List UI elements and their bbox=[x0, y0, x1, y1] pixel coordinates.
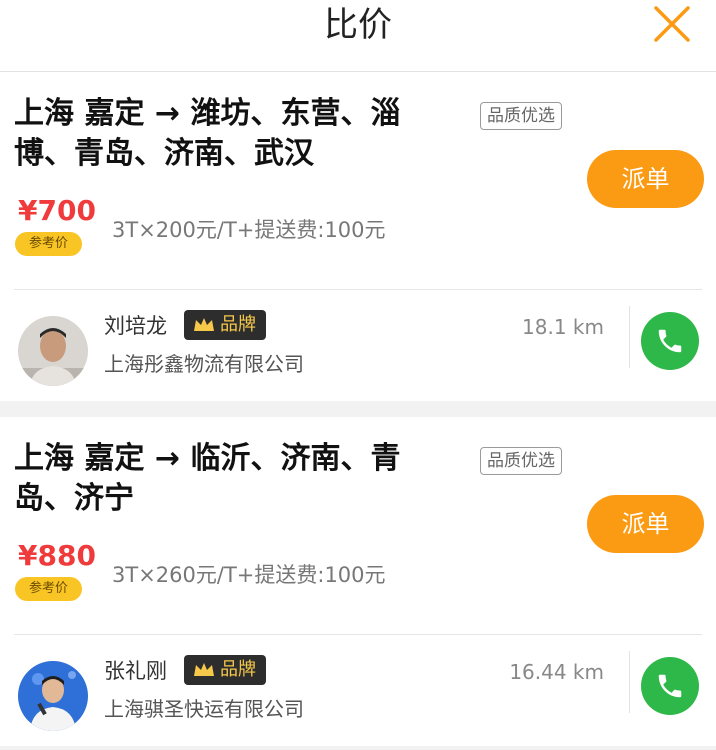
page-title: 比价 bbox=[324, 5, 392, 45]
brand-badge: 品牌 bbox=[184, 310, 266, 340]
route-title: 上海 嘉定 → 临沂、济南、青岛、济宁 bbox=[14, 441, 401, 516]
route-title: 上海 嘉定 → 潍坊、东营、淄博、青岛、济南、武汉 bbox=[14, 96, 401, 171]
route-block: 上海 嘉定 → 潍坊、东营、淄博、青岛、济南、武汉 品质优选 派单 ¥700 参… bbox=[0, 72, 716, 289]
vertical-divider bbox=[629, 651, 630, 713]
price-formula: 3T×200元/T+提送费:100元 bbox=[112, 218, 386, 242]
brand-label: 品牌 bbox=[220, 659, 256, 680]
dispatch-button[interactable]: 派单 bbox=[587, 495, 704, 553]
distance: 16.44 km bbox=[509, 660, 604, 684]
phone-call-button[interactable] bbox=[641, 312, 699, 370]
provider-row[interactable]: 张礼刚 品牌 上海骐圣快运有限公司 16.44 km bbox=[0, 635, 716, 746]
quality-badge: 品质优选 bbox=[480, 102, 562, 130]
route-block: 上海 嘉定 → 临沂、济南、青岛、济宁 品质优选 派单 ¥880 参考价 3T×… bbox=[0, 417, 716, 634]
quality-badge: 品质优选 bbox=[480, 447, 562, 475]
provider-row[interactable]: 刘培龙 品牌 上海彤鑫物流有限公司 18.1 km bbox=[0, 290, 716, 401]
reference-price-tag: 参考价 bbox=[15, 232, 83, 256]
provider-name: 张礼刚 bbox=[104, 659, 167, 683]
card-gap bbox=[0, 401, 716, 417]
distance: 18.1 km bbox=[522, 315, 604, 339]
price-block: ¥880 参考价 bbox=[15, 539, 96, 601]
phone-icon bbox=[658, 329, 682, 353]
avatar[interactable] bbox=[18, 661, 88, 731]
crown-icon bbox=[194, 318, 214, 331]
brand-label: 品牌 bbox=[220, 314, 256, 335]
provider-name: 刘培龙 bbox=[104, 314, 167, 338]
dispatch-button[interactable]: 派单 bbox=[587, 150, 704, 208]
avatar[interactable] bbox=[18, 316, 88, 386]
price-block: ¥700 参考价 bbox=[15, 194, 96, 256]
close-icon[interactable] bbox=[650, 2, 694, 46]
phone-call-button[interactable] bbox=[641, 657, 699, 715]
phone-icon bbox=[658, 674, 682, 698]
quote-card: 上海 嘉定 → 潍坊、东营、淄博、青岛、济南、武汉 品质优选 派单 ¥700 参… bbox=[0, 72, 716, 401]
price-value: ¥700 bbox=[18, 194, 96, 227]
header-bar: 比价 bbox=[0, 0, 716, 72]
price-value: ¥880 bbox=[18, 539, 96, 572]
brand-badge: 品牌 bbox=[184, 655, 266, 685]
quote-card: 上海 嘉定 → 临沂、济南、青岛、济宁 品质优选 派单 ¥880 参考价 3T×… bbox=[0, 417, 716, 746]
crown-icon bbox=[194, 663, 214, 676]
company-name: 上海骐圣快运有限公司 bbox=[104, 697, 304, 721]
reference-price-tag: 参考价 bbox=[15, 577, 83, 601]
vertical-divider bbox=[629, 306, 630, 368]
company-name: 上海彤鑫物流有限公司 bbox=[104, 352, 304, 376]
price-formula: 3T×260元/T+提送费:100元 bbox=[112, 563, 386, 587]
